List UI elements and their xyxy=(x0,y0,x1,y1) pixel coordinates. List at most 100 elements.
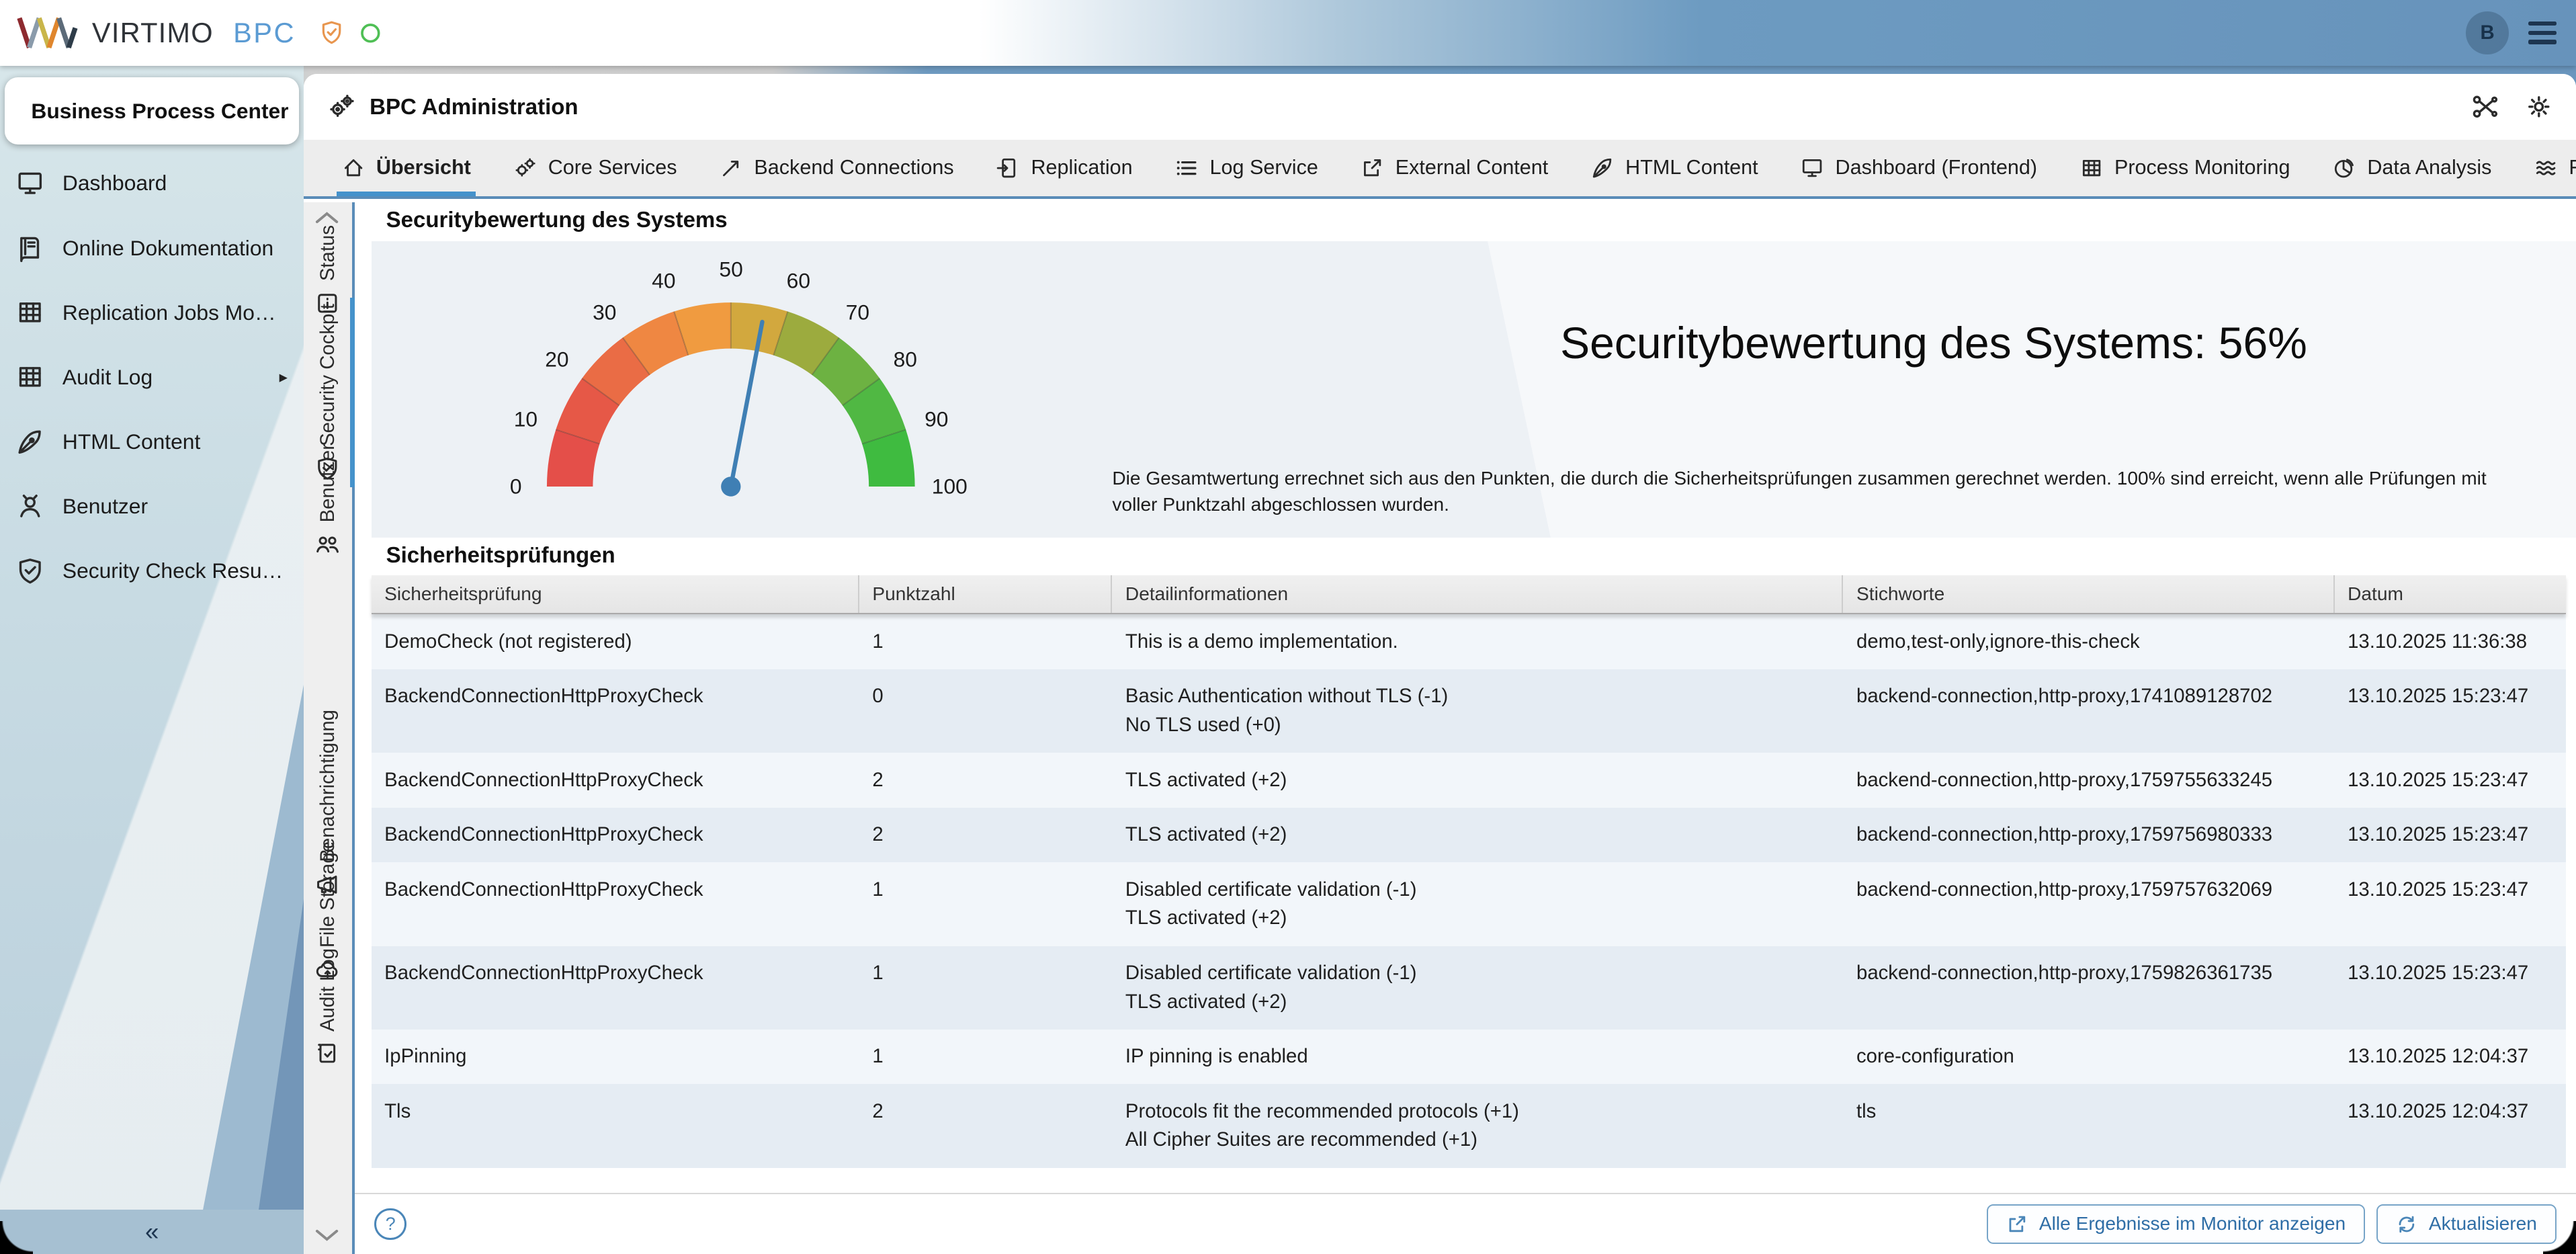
admin-header: BPC Administration xyxy=(304,74,2576,140)
double-gear-icon xyxy=(513,157,536,179)
table-grid-icon xyxy=(16,363,44,391)
tab-backend-connections[interactable]: Backend Connections xyxy=(698,140,975,196)
pen-icon xyxy=(16,428,44,456)
tab-flow[interactable]: Flow xyxy=(2513,140,2576,196)
tab-data-analysis[interactable]: Data Analysis xyxy=(2311,140,2513,196)
table-row[interactable]: Tls 2 Protocols fit the recommended prot… xyxy=(372,1084,2567,1167)
external-link-icon xyxy=(2006,1214,2028,1235)
security-cockpit-content: Securitybewertung des Systems 0 10 20 30… xyxy=(355,202,2576,1254)
shield-check-icon xyxy=(16,557,44,585)
gauge-tick-label: 100 xyxy=(932,474,968,499)
scissors-icon[interactable] xyxy=(2471,93,2499,121)
table-row[interactable]: DemoCheck (not registered) 1 This is a d… xyxy=(372,614,2567,669)
top-bar: VIRTIMO BPC B xyxy=(0,0,2576,66)
table-row[interactable]: BackendConnectionHttpProxyCheck 1 Disabl… xyxy=(372,862,2567,946)
security-rating-panel: 0 10 20 30 40 50 60 70 80 90 100 Securit… xyxy=(372,241,2576,537)
monitor-icon xyxy=(1801,157,1823,179)
collapse-chevrons: « xyxy=(145,1218,159,1246)
table-grid-icon xyxy=(2080,157,2103,179)
checks-section-title: Sicherheitsprüfungen xyxy=(386,542,615,568)
refresh-icon xyxy=(2396,1214,2417,1235)
security-rating-headline: Securitybewertung des Systems: 56% xyxy=(1373,317,2494,368)
sidebar-item-benutzer[interactable]: Benutzer xyxy=(0,474,304,538)
vertical-tab-strip: Status Security Cockpit Benutzer Benachr… xyxy=(304,202,355,1254)
workspace-card[interactable]: Business Process Center xyxy=(5,77,299,144)
waves-icon xyxy=(2534,157,2557,179)
list-icon xyxy=(1175,157,1198,179)
brand-name: VIRTIMO xyxy=(92,17,214,49)
table-row[interactable]: BackendConnectionHttpProxyCheck 0 Basic … xyxy=(372,669,2567,753)
external-link-icon xyxy=(1361,157,1383,179)
gauge-tick-label: 0 xyxy=(510,474,522,499)
book-icon xyxy=(16,234,44,262)
tab-dashboard-frontend[interactable]: Dashboard (Frontend) xyxy=(1779,140,2058,196)
pen-icon xyxy=(1591,157,1614,179)
application: VIRTIMO BPC B Business Process Center xyxy=(0,0,2576,1254)
tab-external-content[interactable]: External Content xyxy=(1340,140,1570,196)
table-header-row: Sicherheitsprüfung Punktzahl Detailinfor… xyxy=(372,575,2567,614)
hamburger-menu-icon[interactable] xyxy=(2528,22,2557,44)
sidebar-item-security-check-results[interactable]: Security Check Results Mo… xyxy=(0,539,304,603)
show-all-results-button[interactable]: Alle Ergebnisse im Monitor anzeigen xyxy=(1987,1204,2365,1244)
tab-bar: Übersicht Core Services Backend Connecti… xyxy=(304,140,2576,199)
sidebar-item-online-dokumentation[interactable]: Online Dokumentation xyxy=(0,216,304,280)
users-icon xyxy=(314,532,341,557)
product-name: BPC xyxy=(233,17,296,49)
monitor-icon xyxy=(16,169,44,198)
double-gear-icon xyxy=(327,93,355,121)
diagonal-arrow-icon xyxy=(720,157,742,179)
page-title: BPC Administration xyxy=(370,94,578,120)
document-arrow-icon xyxy=(996,157,1019,179)
table-row[interactable]: BackendConnectionHttpProxyCheck 2 TLS ac… xyxy=(372,808,2567,863)
sidebar-item-replication-jobs-monitor[interactable]: Replication Jobs Monitor xyxy=(0,280,304,345)
gauge-tick-label: 90 xyxy=(925,407,948,431)
tab-process-monitoring[interactable]: Process Monitoring xyxy=(2059,140,2311,196)
table-row[interactable]: BackendConnectionHttpProxyCheck 2 TLS ac… xyxy=(372,753,2567,808)
table-row[interactable]: IpPinning 1 IP pinning is enabled core-c… xyxy=(372,1030,2567,1085)
column-header[interactable]: Detailinformationen xyxy=(1112,575,1843,613)
sidebar: Business Process Center Dashboard Online… xyxy=(0,66,304,1254)
table-grid-icon xyxy=(16,298,44,327)
sidebar-item-audit-log[interactable]: Audit Log ▸ xyxy=(0,345,304,409)
column-header[interactable]: Stichworte xyxy=(1843,575,2334,613)
sidebar-collapse-button[interactable]: « xyxy=(0,1210,304,1254)
virtimo-zigzag-icon xyxy=(16,15,79,51)
refresh-button[interactable]: Aktualisieren xyxy=(2376,1204,2557,1244)
sidebar-item-dashboard[interactable]: Dashboard xyxy=(0,151,304,216)
gear-icon[interactable] xyxy=(2525,93,2553,121)
gauge-tick-label: 40 xyxy=(652,269,675,294)
security-shield-icon[interactable] xyxy=(318,18,345,48)
user-icon xyxy=(16,493,44,521)
tab-html-content[interactable]: HTML Content xyxy=(1570,140,1779,196)
tab-replication[interactable]: Replication xyxy=(975,140,1154,196)
sidebar-menu: Dashboard Online Dokumentation Replicati… xyxy=(0,151,304,603)
gauge-tick-label: 10 xyxy=(514,407,538,431)
column-header[interactable]: Datum xyxy=(2335,575,2567,613)
status-ring-icon[interactable] xyxy=(358,21,383,46)
help-button[interactable]: ? xyxy=(374,1208,406,1241)
chevron-up-icon[interactable] xyxy=(314,210,340,225)
column-header[interactable]: Sicherheitsprüfung xyxy=(372,575,859,613)
tab-core-services[interactable]: Core Services xyxy=(492,140,699,196)
submenu-arrow-icon: ▸ xyxy=(280,367,288,387)
gauge-tick-label: 50 xyxy=(719,257,742,282)
sidebar-item-html-content[interactable]: HTML Content xyxy=(0,409,304,474)
tab-uebersicht[interactable]: Übersicht xyxy=(320,140,492,196)
tab-log-service[interactable]: Log Service xyxy=(1154,140,1339,196)
column-header[interactable]: Punktzahl xyxy=(859,575,1113,613)
security-checks-table: Sicherheitsprüfung Punktzahl Detailinfor… xyxy=(372,575,2567,1168)
gauge-tick-label: 80 xyxy=(894,347,917,372)
brand-logo: VIRTIMO BPC xyxy=(0,15,382,51)
vtab-audit-log[interactable]: Audit Log xyxy=(304,948,351,1066)
gauge-tick-label: 60 xyxy=(787,269,810,294)
chevron-down-icon[interactable] xyxy=(314,1228,340,1243)
security-rating-description: Die Gesamtwertung errechnet sich aus den… xyxy=(1112,465,2528,518)
vtab-status[interactable]: Status xyxy=(304,225,351,315)
table-row[interactable]: BackendConnectionHttpProxyCheck 1 Disabl… xyxy=(372,946,2567,1030)
main-panel: BPC Administration Übersicht xyxy=(304,74,2576,1254)
gauge-tick-label: 20 xyxy=(545,347,568,372)
vtab-benutzer[interactable]: Benutzer xyxy=(304,444,351,557)
security-gauge: 0 10 20 30 40 50 60 70 80 90 100 xyxy=(455,217,1007,506)
user-avatar[interactable]: B xyxy=(2466,11,2509,54)
content-footer: ? Alle Ergebnisse im Monitor anzeigen Ak… xyxy=(355,1193,2576,1253)
